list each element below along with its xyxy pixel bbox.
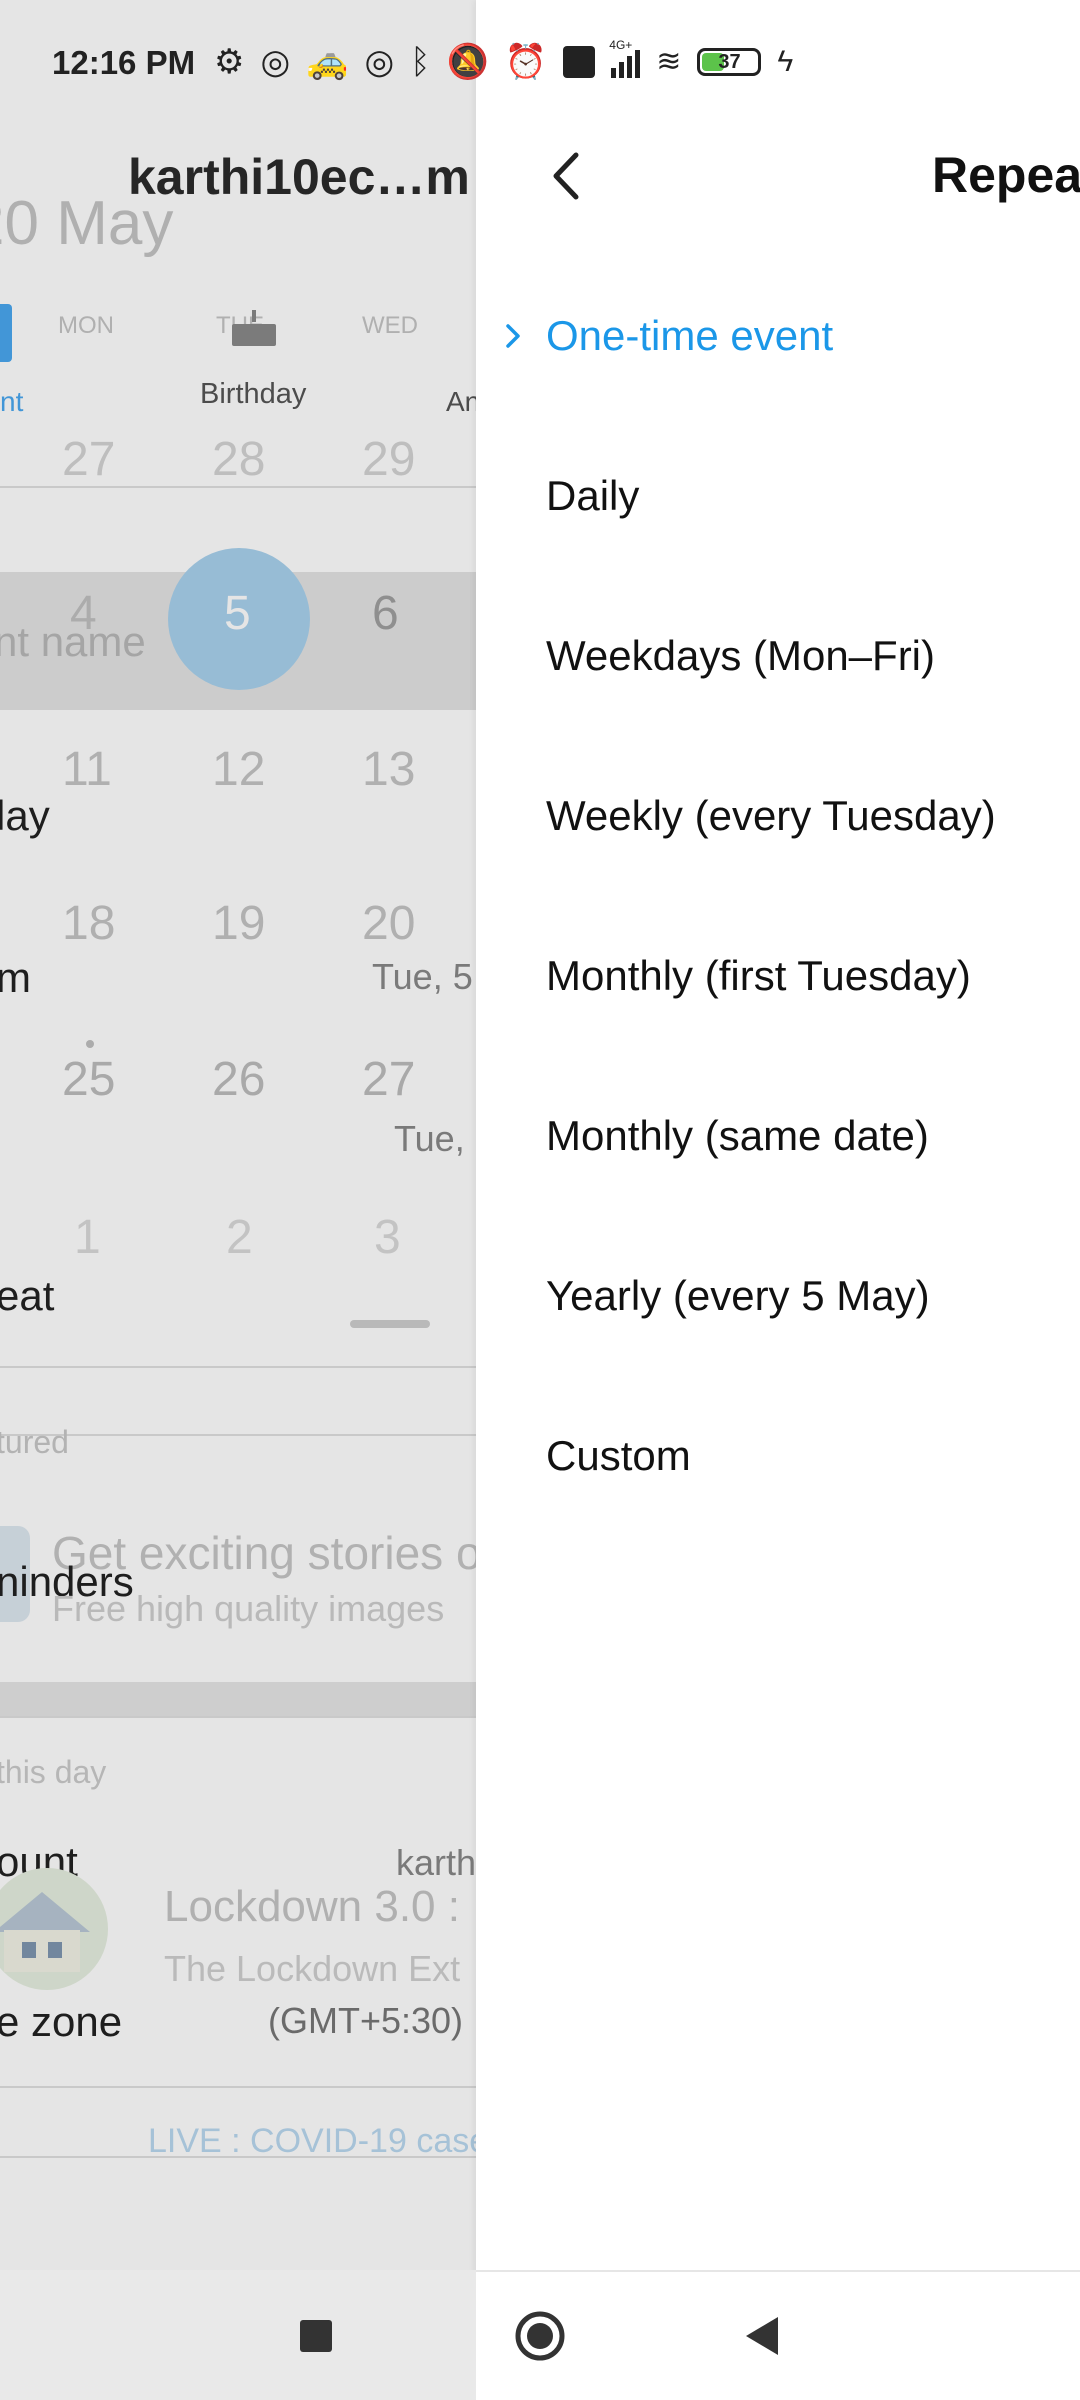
network-type: 4G+ <box>609 38 633 52</box>
scrim-overlay[interactable] <box>0 0 476 2400</box>
divider <box>476 2270 1080 2272</box>
repeat-option-monthly-first-tuesday[interactable]: Monthly (first Tuesday) <box>476 896 1080 1056</box>
signal-icon: 4G+ <box>609 38 641 78</box>
background-calendar-screen: karthi10ec…m 20 May MON TUE WED nt Birth… <box>0 0 476 2400</box>
home-button[interactable] <box>508 2304 572 2368</box>
triangle-back-icon <box>746 2317 778 2355</box>
option-label: Daily <box>546 472 640 519</box>
sheet-title: Repea <box>932 147 1080 203</box>
charging-icon: ϟ <box>777 45 794 78</box>
volte-icon <box>563 46 596 78</box>
gear-icon: ⚙ <box>214 43 245 81</box>
sync-icon: ◎ <box>364 43 395 81</box>
back-nav-button[interactable] <box>730 2304 794 2368</box>
alarm-icon: ⏰ <box>504 43 548 81</box>
battery-icon: 37 <box>697 48 762 76</box>
nav-left-background <box>0 2270 476 2400</box>
wifi-icon: ≋ <box>656 45 682 78</box>
chevron-left-icon <box>553 152 579 200</box>
option-label: Custom <box>546 1432 691 1479</box>
status-time: 12:16 PM <box>52 44 196 81</box>
option-label: Weekdays (Mon–Fri) <box>546 632 935 679</box>
option-label: One-time event <box>546 312 834 359</box>
repeat-option-weekdays[interactable]: Weekdays (Mon–Fri) <box>476 576 1080 736</box>
recents-button[interactable] <box>284 2304 348 2368</box>
option-label: Yearly (every 5 May) <box>546 1272 930 1319</box>
sheet-header: Repea <box>476 128 1080 224</box>
repeat-sheet: Repea One-time event Daily Weekdays (Mon… <box>476 0 1080 2400</box>
repeat-options-list: One-time event Daily Weekdays (Mon–Fri) … <box>476 256 1080 1536</box>
bluetooth-icon: ᛒ <box>410 43 431 81</box>
battery-level: 37 <box>718 51 741 73</box>
status-bar: 12:16 PM ⚙ ◎ 🚕 ◎ ᛒ 🔕 ⏰ 4G+ ≋ 37 ϟ <box>0 0 1080 128</box>
home-circle-icon <box>515 2311 565 2361</box>
back-button[interactable] <box>538 148 594 204</box>
option-label: Weekly (every Tuesday) <box>546 792 996 839</box>
status-icons: ⚙ ◎ 🚕 ◎ ᛒ 🔕 ⏰ 4G+ ≋ 37 ϟ <box>214 38 794 84</box>
repeat-option-yearly[interactable]: Yearly (every 5 May) <box>476 1216 1080 1376</box>
repeat-option-custom[interactable]: Custom <box>476 1376 1080 1536</box>
repeat-option-monthly-same-date[interactable]: Monthly (same date) <box>476 1056 1080 1216</box>
mute-bell-icon: 🔕 <box>446 43 489 81</box>
option-label: Monthly (same date) <box>546 1112 929 1159</box>
taxi-icon: 🚕 <box>306 43 349 81</box>
option-label: Monthly (first Tuesday) <box>546 952 971 999</box>
repeat-option-one-time[interactable]: One-time event <box>476 256 1080 416</box>
navigation-bar <box>0 2270 1080 2400</box>
repeat-option-daily[interactable]: Daily <box>476 416 1080 576</box>
square-icon <box>300 2320 332 2352</box>
chevron-right-icon <box>506 324 520 348</box>
repeat-option-weekly[interactable]: Weekly (every Tuesday) <box>476 736 1080 896</box>
sync-icon: ◎ <box>260 43 291 81</box>
